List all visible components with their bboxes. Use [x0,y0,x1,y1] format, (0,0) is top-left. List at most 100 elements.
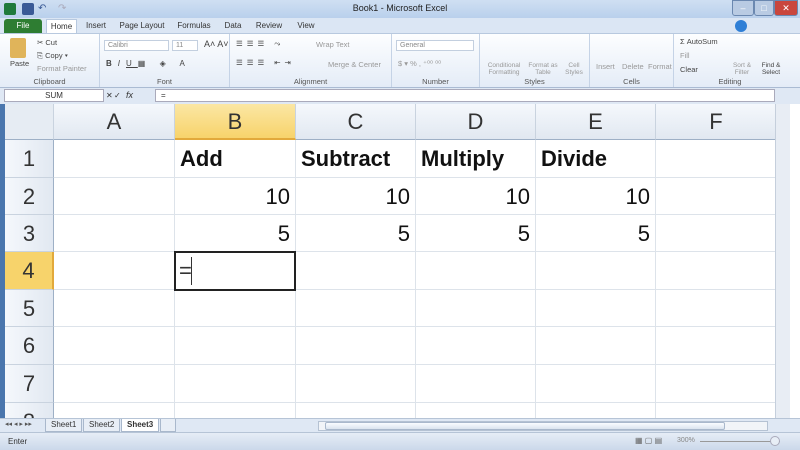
cell-c2[interactable]: 10 [296,178,416,215]
tab-view[interactable]: View [294,19,318,33]
help-icon[interactable] [735,20,747,32]
cell-b6[interactable] [175,327,296,365]
cell-b2[interactable]: 10 [175,178,296,215]
column-header-e[interactable]: E [536,104,656,140]
cell-c6[interactable] [296,327,416,365]
zoom-slider-thumb[interactable] [770,436,780,446]
cell-a7[interactable] [54,365,175,403]
tab-home[interactable]: Home [46,19,77,33]
cell-f5[interactable] [656,290,775,327]
sheet-tab-sheet2[interactable]: Sheet2 [83,419,121,432]
enter-icon[interactable]: ✓ [114,91,121,100]
cell-a4[interactable] [54,252,175,290]
horizontal-align-icons[interactable]: ☰☰☰ ⇤⇥ [236,58,295,67]
close-button[interactable]: ✕ [774,0,798,16]
column-header-c[interactable]: C [296,104,416,140]
row-header-8[interactable]: 8 [5,403,54,418]
cell-d8[interactable] [416,403,536,418]
row-header-5[interactable]: 5 [5,290,54,327]
cell-c4[interactable] [296,252,416,290]
tab-page-layout[interactable]: Page Layout [118,19,166,33]
cell-b8[interactable] [175,403,296,418]
select-all-button[interactable] [5,104,54,140]
cell-a6[interactable] [54,327,175,365]
cell-f4[interactable] [656,252,775,290]
cell-e3[interactable]: 5 [536,215,656,252]
conditional-formatting-button[interactable]: Conditional Formatting [486,62,522,76]
font-size-select[interactable]: 11 [172,40,198,51]
vertical-scrollbar[interactable] [775,104,790,418]
cell-a1[interactable] [54,140,175,178]
autosum-button[interactable]: Σ AutoSum [680,37,718,46]
cell-d3[interactable]: 5 [416,215,536,252]
cell-f2[interactable] [656,178,775,215]
column-header-b[interactable]: B [175,104,296,140]
cell-f6[interactable] [656,327,775,365]
clear-button[interactable]: Clear [680,65,698,74]
font-format-buttons[interactable]: BIU▦ ◈ A [106,59,191,68]
cell-d6[interactable] [416,327,536,365]
font-name-select[interactable]: Calibri [104,40,169,51]
cell-a8[interactable] [54,403,175,418]
copy-button[interactable]: ⎘ Copy ▾ [37,51,68,61]
cell-c8[interactable] [296,403,416,418]
cell-c5[interactable] [296,290,416,327]
tab-file[interactable]: File [4,19,42,33]
cell-e5[interactable] [536,290,656,327]
sheet-nav-buttons[interactable]: ◂◂ ◂ ▸ ▸▸ [5,420,32,428]
row-header-6[interactable]: 6 [5,327,54,365]
row-header-2[interactable]: 2 [5,178,54,215]
formula-input[interactable]: = [155,89,775,102]
cell-f7[interactable] [656,365,775,403]
column-header-d[interactable]: D [416,104,536,140]
insert-function-button[interactable]: fx [126,90,133,100]
zoom-slider[interactable] [700,441,780,442]
cell-c1[interactable]: Subtract [296,140,416,178]
cell-e7[interactable] [536,365,656,403]
wrap-text-button[interactable]: Wrap Text [316,40,350,49]
cell-d4[interactable] [416,252,536,290]
name-box[interactable]: SUM [4,89,104,102]
zoom-level[interactable]: 300% [677,437,695,444]
maximize-button[interactable]: □ [754,0,774,16]
cell-f1[interactable] [656,140,775,178]
minimize-button[interactable]: – [732,0,754,16]
cell-f8[interactable] [656,403,775,418]
sort-filter-button[interactable]: Sort & Filter [730,62,754,76]
cell-styles-button[interactable]: Cell Styles [562,62,586,76]
cell-b5[interactable] [175,290,296,327]
cell-d1[interactable]: Multiply [416,140,536,178]
cell-a5[interactable] [54,290,175,327]
cell-e1[interactable]: Divide [536,140,656,178]
active-cell-b4[interactable]: = [174,251,296,291]
tab-data[interactable]: Data [222,19,244,33]
horizontal-scroll-thumb[interactable] [325,422,725,430]
tab-formulas[interactable]: Formulas [174,19,214,33]
cell-b3[interactable]: 5 [175,215,296,252]
row-header-3[interactable]: 3 [5,215,54,252]
cell-d5[interactable] [416,290,536,327]
sheet-tab-sheet3[interactable]: Sheet3 [121,419,160,432]
cell-d2[interactable]: 10 [416,178,536,215]
cell-d7[interactable] [416,365,536,403]
horizontal-scrollbar[interactable] [318,421,768,431]
insert-button[interactable]: Insert [596,62,615,71]
paste-button[interactable]: Paste [10,59,29,68]
cancel-icon[interactable]: ✕ [106,91,113,100]
view-buttons[interactable]: ▦ ▢ ▤ [635,436,662,445]
find-select-button[interactable]: Find & Select [758,62,784,76]
cell-e2[interactable]: 10 [536,178,656,215]
row-header-4[interactable]: 4 [5,252,54,290]
format-painter-button[interactable]: Format Painter [37,64,87,73]
number-format-buttons[interactable]: $ ▾ % , ⁺⁰⁰ ⁰⁰ [398,59,441,68]
cell-c3[interactable]: 5 [296,215,416,252]
cell-e8[interactable] [536,403,656,418]
format-button[interactable]: Format [648,62,672,71]
merge-center-button[interactable]: Merge & Center [328,60,381,69]
cell-b1[interactable]: Add [175,140,296,178]
fill-button[interactable]: Fill [680,51,690,60]
vertical-align-icons[interactable]: ☰☰☰ ⤳ [236,39,284,49]
sheet-tab-sheet1[interactable]: Sheet1 [45,419,83,432]
row-header-7[interactable]: 7 [5,365,54,403]
cell-c7[interactable] [296,365,416,403]
